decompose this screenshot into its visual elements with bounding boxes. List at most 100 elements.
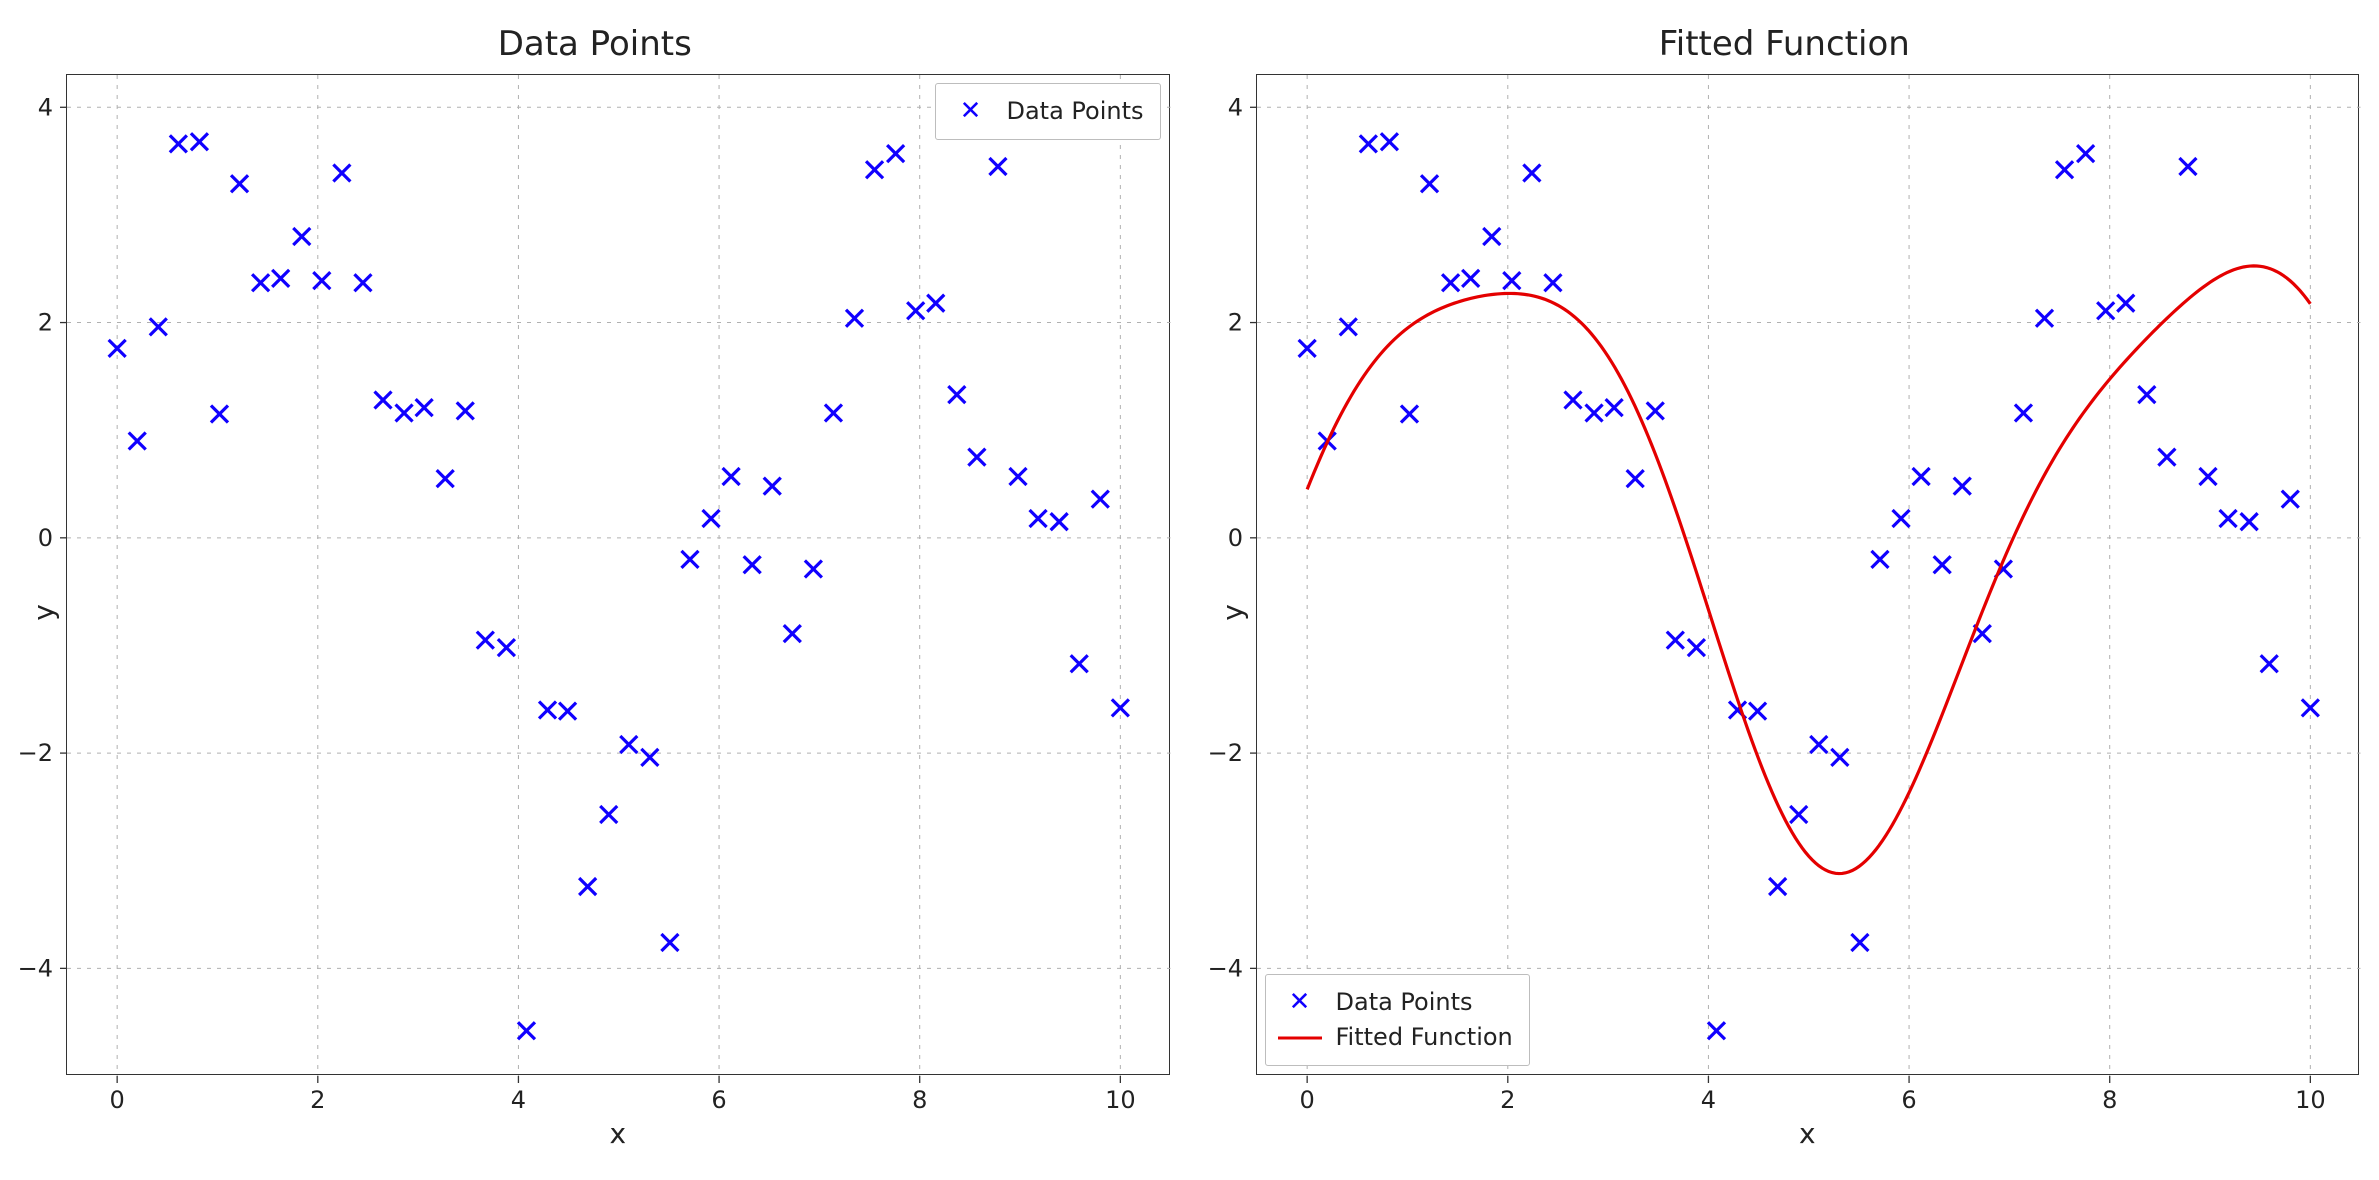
data-point	[1112, 699, 1129, 716]
data-point	[661, 934, 678, 951]
data-point	[1483, 228, 1500, 245]
data-point	[1831, 749, 1848, 766]
data-point	[1687, 639, 1704, 656]
left-panel: Data Points y 0246810−4−2024 ✕ Data Poin…	[20, 20, 1170, 1150]
svg-text:2: 2	[38, 309, 53, 337]
svg-text:4: 4	[1700, 1086, 1715, 1114]
data-point	[2179, 158, 2196, 175]
svg-text:10: 10	[2295, 1086, 2326, 1114]
data-point	[825, 404, 842, 421]
data-point	[2035, 310, 2052, 327]
plot-svg: 0246810−4−2024	[1257, 75, 2361, 1076]
svg-text:0: 0	[110, 1086, 125, 1114]
line-swatch-icon	[1278, 1026, 1322, 1050]
data-point	[1442, 274, 1459, 291]
svg-text:8: 8	[912, 1086, 927, 1114]
data-point	[539, 702, 556, 719]
data-point	[907, 302, 924, 319]
data-point	[1092, 491, 1109, 508]
data-point	[2158, 449, 2175, 466]
data-point	[2219, 510, 2236, 527]
data-point	[887, 145, 904, 162]
data-point	[948, 386, 965, 403]
svg-text:−4: −4	[18, 954, 53, 982]
data-point	[2014, 404, 2031, 421]
data-point	[375, 392, 392, 409]
left-ylabel: y	[20, 74, 66, 1150]
right-legend: ✕ Data Points Fitted Function	[1265, 974, 1530, 1066]
data-point	[1380, 133, 1397, 150]
svg-text:4: 4	[1227, 93, 1242, 121]
data-point	[784, 625, 801, 642]
data-point	[2138, 386, 2155, 403]
data-point	[457, 402, 474, 419]
data-point	[620, 736, 637, 753]
data-point	[129, 432, 146, 449]
right-xlabel: x	[1256, 1117, 2360, 1150]
data-point	[744, 556, 761, 573]
data-point	[1912, 468, 1929, 485]
data-point	[866, 161, 883, 178]
svg-text:2: 2	[310, 1086, 325, 1114]
data-point	[2077, 145, 2094, 162]
svg-text:2: 2	[1227, 309, 1242, 337]
data-point	[2240, 513, 2257, 530]
data-point	[396, 404, 413, 421]
data-point	[641, 749, 658, 766]
data-point	[2301, 699, 2318, 716]
data-point	[109, 340, 126, 357]
data-point	[437, 470, 454, 487]
data-point	[703, 510, 720, 527]
legend-label: Fitted Function	[1336, 1020, 1513, 1055]
left-plot-wrap: y 0246810−4−2024 ✕ Data Points x	[20, 74, 1170, 1150]
data-point	[498, 639, 515, 656]
data-point	[313, 272, 330, 289]
data-point	[477, 632, 494, 649]
data-point	[1871, 551, 1888, 568]
right-plot-wrap: y 0246810−4−2024 ✕ Data Points Fitted Fu…	[1210, 74, 2360, 1150]
data-point	[191, 133, 208, 150]
data-point	[1810, 736, 1827, 753]
svg-text:0: 0	[1299, 1086, 1314, 1114]
data-point	[1298, 340, 1315, 357]
data-point	[681, 551, 698, 568]
svg-text:4: 4	[38, 93, 53, 121]
right-plot-area: 0246810−4−2024 ✕ Data Points Fitted Func…	[1256, 74, 2360, 1075]
data-point	[2117, 295, 2134, 312]
data-point	[764, 478, 781, 495]
data-point	[1605, 399, 1622, 416]
svg-text:8: 8	[2102, 1086, 2117, 1114]
data-point	[1359, 135, 1376, 152]
svg-text:0: 0	[1227, 524, 1242, 552]
svg-text:2: 2	[1500, 1086, 1515, 1114]
left-xlabel: x	[66, 1117, 1170, 1150]
legend-label: Data Points	[1006, 94, 1143, 129]
data-point	[846, 310, 863, 327]
data-point	[1051, 513, 1068, 530]
data-point	[1523, 164, 1540, 181]
data-point	[211, 406, 228, 423]
svg-text:−2: −2	[18, 739, 53, 767]
data-point	[1646, 402, 1663, 419]
data-point	[579, 878, 596, 895]
data-point	[1707, 1022, 1724, 1039]
data-point	[2260, 655, 2277, 672]
svg-text:−2: −2	[1207, 739, 1242, 767]
svg-text:6: 6	[711, 1086, 726, 1114]
data-point	[1544, 274, 1561, 291]
data-point	[231, 175, 248, 192]
plot-svg: 0246810−4−2024	[67, 75, 1171, 1076]
data-point	[1585, 404, 1602, 421]
svg-text:6: 6	[1901, 1086, 1916, 1114]
svg-text:10: 10	[1105, 1086, 1136, 1114]
fitted-function-line	[1307, 266, 2310, 874]
left-legend: ✕ Data Points	[935, 83, 1160, 140]
data-point	[1010, 468, 1027, 485]
legend-entry-fitted-function: Fitted Function	[1278, 1020, 1513, 1055]
data-point	[252, 274, 269, 291]
data-point	[518, 1022, 535, 1039]
svg-text:−4: −4	[1207, 954, 1242, 982]
svg-text:0: 0	[38, 524, 53, 552]
data-point	[1462, 270, 1479, 287]
data-point	[805, 561, 822, 578]
